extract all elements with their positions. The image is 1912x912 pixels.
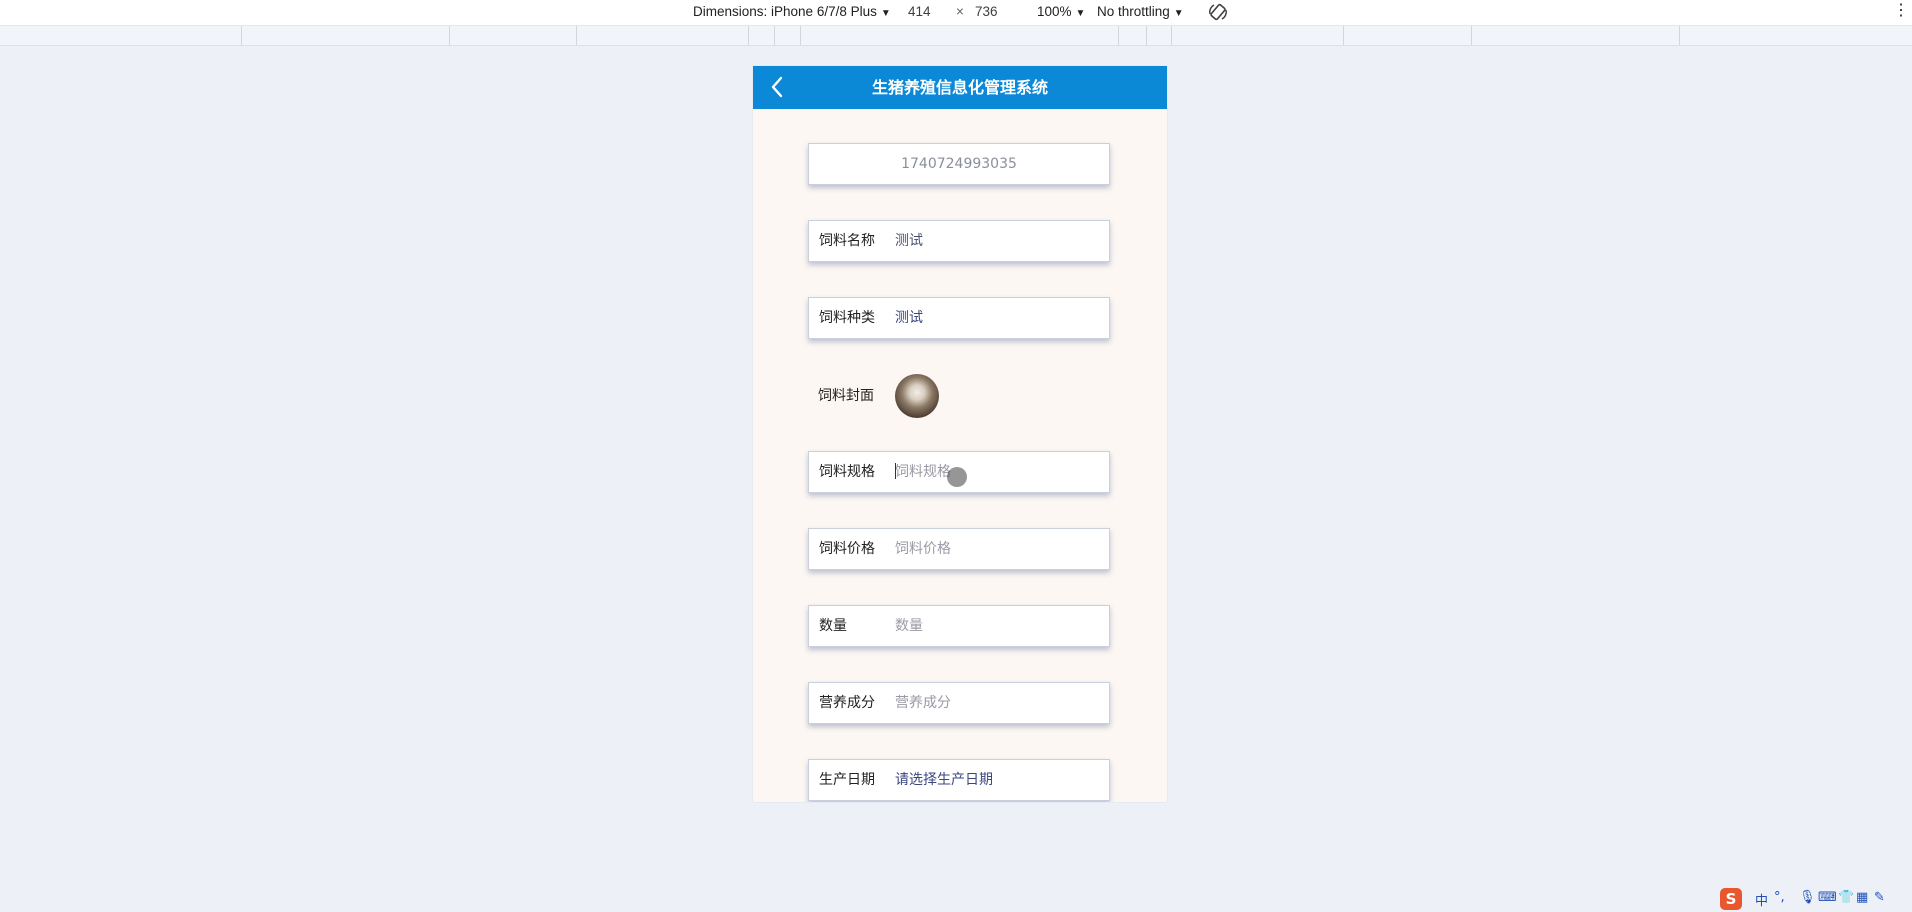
height-input[interactable]: 736	[975, 4, 998, 19]
ruler-tick[interactable]	[800, 26, 801, 45]
ruler-tick[interactable]	[1343, 26, 1344, 45]
tool-icon[interactable]: ✎	[1874, 890, 1885, 905]
feed-price-field[interactable]: 饲料价格 饲料价格	[808, 528, 1110, 570]
feed-type-input[interactable]: 测试	[895, 298, 923, 338]
punctuation-toggle[interactable]: °,	[1774, 890, 1785, 905]
feed-name-field[interactable]: 饲料名称 测试	[808, 220, 1110, 262]
feed-cover-image[interactable]	[895, 374, 939, 418]
ruler-tick[interactable]	[1146, 26, 1147, 45]
width-input[interactable]: 414	[908, 4, 931, 19]
feed-name-label: 饲料名称	[819, 233, 875, 249]
ime-language-toggle[interactable]: 中	[1755, 890, 1768, 909]
system-tray: S 中 °, 🎙 ⌨ 👕 ▦ ✎	[1717, 886, 1912, 912]
media-query-ruler	[0, 26, 1912, 46]
zoom-label: 100%	[1037, 4, 1072, 19]
ruler-tick[interactable]	[241, 26, 242, 45]
devtools-toolbar: Dimensions: iPhone 6/7/8 Plus ▼ 414 × 736…	[0, 0, 1912, 26]
ruler-tick[interactable]	[1471, 26, 1472, 45]
ruler-tick[interactable]	[748, 26, 749, 45]
text-caret	[895, 463, 896, 479]
zoom-selector[interactable]: 100% ▼	[1037, 4, 1085, 19]
nutrition-field[interactable]: 营养成分 营养成分	[808, 682, 1110, 724]
chevron-down-icon: ▼	[880, 8, 891, 19]
device-selector[interactable]: Dimensions: iPhone 6/7/8 Plus ▼	[693, 4, 891, 19]
quantity-field[interactable]: 数量 数量	[808, 605, 1110, 647]
ruler-tick[interactable]	[1118, 26, 1119, 45]
production-date-label: 生产日期	[819, 772, 875, 788]
quantity-input[interactable]: 数量	[895, 606, 923, 646]
throttling-label: No throttling	[1097, 4, 1170, 19]
mobile-viewport: 生猪养殖信息化管理系统 1740724993035 饲料名称 测试 饲料种类 测…	[753, 66, 1167, 802]
feed-type-field[interactable]: 饲料种类 测试	[808, 297, 1110, 339]
feed-price-label: 饲料价格	[819, 541, 875, 557]
more-options-icon[interactable]: ⋮	[1893, 0, 1909, 20]
app-header: 生猪养殖信息化管理系统	[753, 66, 1167, 109]
ruler-tick[interactable]	[576, 26, 577, 45]
page-title: 生猪养殖信息化管理系统	[871, 78, 1048, 97]
chevron-down-icon: ▼	[1075, 8, 1086, 19]
id-value: 1740724993035	[901, 156, 1017, 172]
throttling-selector[interactable]: No throttling ▼	[1097, 4, 1184, 19]
quantity-label: 数量	[819, 618, 847, 634]
production-date-field[interactable]: 生产日期 请选择生产日期	[808, 759, 1110, 801]
ruler-tick[interactable]	[1679, 26, 1680, 45]
ruler-tick[interactable]	[449, 26, 450, 45]
mouse-cursor	[947, 467, 967, 487]
back-arrow-icon[interactable]	[763, 72, 793, 102]
keyboard-icon[interactable]: ⌨	[1818, 890, 1837, 905]
rotate-icon[interactable]	[1208, 2, 1228, 22]
ruler-tick[interactable]	[1171, 26, 1172, 45]
times-icon: ×	[956, 4, 964, 19]
nutrition-input[interactable]: 营养成分	[895, 683, 951, 723]
feed-cover-row: 饲料封面	[808, 373, 1110, 419]
device-label: Dimensions: iPhone 6/7/8 Plus	[693, 4, 877, 19]
feed-spec-input[interactable]: 饲料规格	[895, 452, 951, 492]
chevron-down-icon: ▼	[1173, 8, 1184, 19]
sogou-ime-icon[interactable]: S	[1720, 888, 1742, 910]
grid-menu-icon[interactable]: ▦	[1856, 890, 1868, 905]
feed-cover-label: 饲料封面	[818, 388, 874, 404]
feed-type-label: 饲料种类	[819, 310, 875, 326]
microphone-icon[interactable]: 🎙	[1799, 890, 1816, 905]
feed-price-input[interactable]: 饲料价格	[895, 529, 951, 569]
feed-spec-label: 饲料规格	[819, 464, 875, 480]
nutrition-label: 营养成分	[819, 695, 875, 711]
production-date-picker[interactable]: 请选择生产日期	[895, 760, 993, 800]
skin-icon[interactable]: 👕	[1838, 890, 1854, 905]
feed-name-input[interactable]: 测试	[895, 221, 923, 261]
ruler-tick[interactable]	[774, 26, 775, 45]
id-field[interactable]: 1740724993035	[808, 143, 1110, 185]
